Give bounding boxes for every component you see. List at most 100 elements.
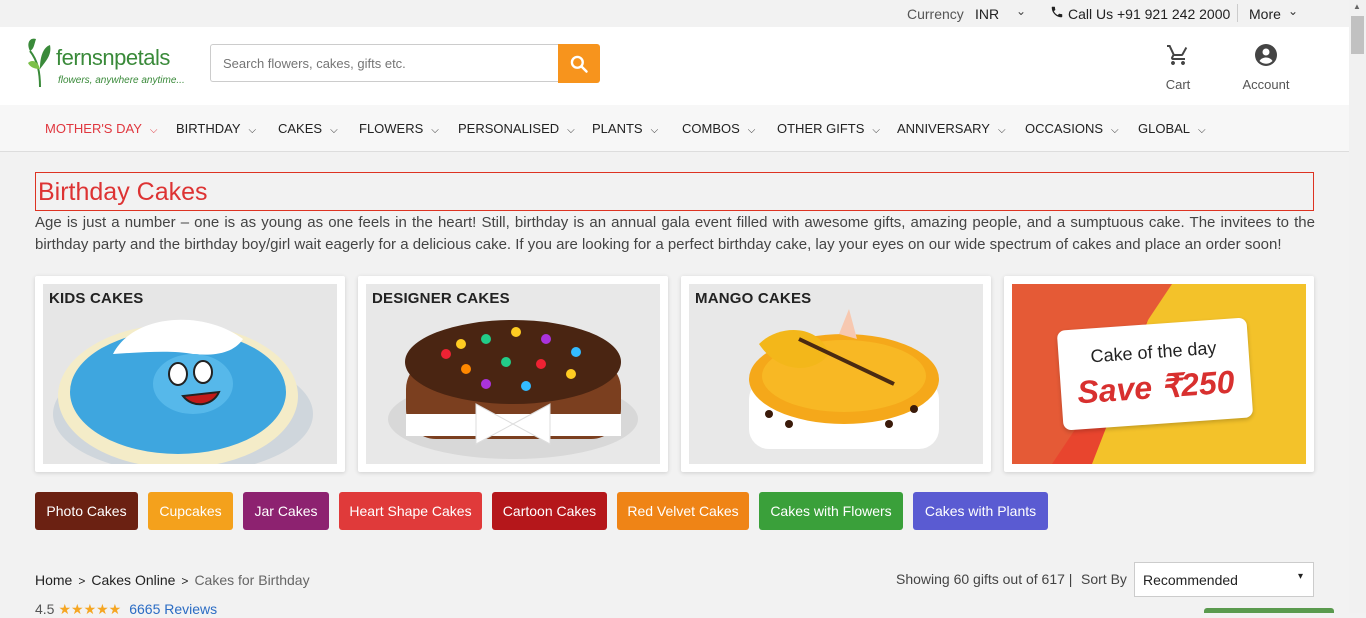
search-icon bbox=[570, 55, 588, 73]
sort-label: Sort By bbox=[1081, 571, 1127, 587]
chevron-down-icon: ⌵ bbox=[872, 125, 880, 136]
nav-other-gifts[interactable]: OTHER GIFTS ⌵ bbox=[777, 121, 880, 136]
logo[interactable]: fernsnpetals flowers, anywhere anytime..… bbox=[24, 31, 194, 89]
nav-cakes[interactable]: CAKES ⌵ bbox=[278, 121, 338, 136]
chevron-down-icon[interactable]: ⌄ bbox=[1016, 4, 1026, 18]
phone-icon bbox=[1050, 5, 1064, 22]
chevron-down-icon[interactable]: ⌄ bbox=[1288, 4, 1298, 18]
chip-heart-shape-cakes[interactable]: Heart Shape Cakes bbox=[339, 492, 482, 530]
scroll-up-icon[interactable]: ▲ bbox=[1353, 2, 1361, 11]
cake-of-the-day-banner[interactable]: Cake of the day Save ₹250 bbox=[1004, 276, 1314, 472]
chevron-down-icon: ⌵ bbox=[431, 125, 439, 136]
nav-global[interactable]: GLOBAL ⌵ bbox=[1138, 121, 1206, 136]
nav-label: PLANTS bbox=[592, 121, 643, 136]
nav-anniversary[interactable]: ANNIVERSARY ⌵ bbox=[897, 121, 1006, 136]
brand-name: fernsnpetals bbox=[56, 45, 170, 70]
page-title: Birthday Cakes bbox=[38, 178, 208, 206]
breadcrumb-cakes-online[interactable]: Cakes Online bbox=[91, 572, 175, 588]
promo-line2: Save ₹250 bbox=[1076, 363, 1236, 411]
chevron-down-icon: ⌵ bbox=[1198, 125, 1206, 136]
designer-cake-image bbox=[366, 284, 660, 464]
currency-select[interactable]: INR bbox=[975, 6, 999, 22]
chevron-down-icon: ⌵ bbox=[650, 125, 659, 136]
chevron-down-icon: ⌵ bbox=[567, 125, 575, 136]
category-card-mango[interactable]: MANGO CAKES bbox=[681, 276, 991, 472]
cart-button[interactable]: Cart bbox=[1158, 43, 1198, 92]
page-title-box: Birthday Cakes bbox=[35, 172, 1314, 211]
chip-cakes-with-flowers[interactable]: Cakes with Flowers bbox=[759, 492, 903, 530]
nav-label: MOTHER'S DAY bbox=[45, 121, 142, 136]
cart-icon bbox=[1167, 45, 1188, 65]
search-button[interactable] bbox=[558, 44, 600, 83]
account-button[interactable]: Account bbox=[1236, 43, 1296, 92]
nav-combos[interactable]: COMBOS ⌵ bbox=[682, 121, 755, 136]
nav-label: GLOBAL bbox=[1138, 121, 1191, 136]
chevron-down-icon: ⌵ bbox=[149, 125, 158, 136]
breadcrumb-home[interactable]: Home bbox=[35, 572, 72, 588]
breadcrumb-current: Cakes for Birthday bbox=[194, 572, 310, 588]
breadcrumb: Home > Cakes Online > Cakes for Birthday bbox=[35, 572, 310, 588]
chevron-right-icon: > bbox=[78, 574, 86, 588]
nav-occasions[interactable]: OCCASIONS ⌵ bbox=[1025, 121, 1119, 136]
feedback-tab[interactable] bbox=[1204, 608, 1334, 613]
card-label: MANGO CAKES bbox=[695, 290, 812, 307]
account-icon bbox=[1255, 44, 1277, 66]
promo-image: Cake of the day Save ₹250 bbox=[1012, 284, 1306, 464]
kids-cake-image bbox=[43, 284, 337, 464]
chip-jar-cakes[interactable]: Jar Cakes bbox=[243, 492, 329, 530]
chevron-down-icon: ⌵ bbox=[997, 125, 1006, 136]
chip-photo-cakes[interactable]: Photo Cakes bbox=[35, 492, 138, 530]
nav-mothers-day[interactable]: MOTHER'S DAY ⌵ bbox=[45, 121, 157, 136]
call-us-link[interactable]: Call Us +91 921 242 2000 bbox=[1068, 6, 1230, 22]
category-card-designer[interactable]: DESIGNER CAKES bbox=[358, 276, 668, 472]
currency-label: Currency bbox=[907, 6, 964, 22]
chip-cupcakes[interactable]: Cupcakes bbox=[148, 492, 233, 530]
nav-label: BIRTHDAY bbox=[176, 121, 241, 136]
rating-summary: 4.5 ★★★★★ 6665 Reviews bbox=[35, 601, 217, 618]
header: fernsnpetals flowers, anywhere anytime..… bbox=[0, 27, 1349, 105]
reviews-link[interactable]: 6665 Reviews bbox=[129, 601, 217, 617]
brand-tagline: flowers, anywhere anytime... bbox=[58, 75, 185, 86]
main-nav: MOTHER'S DAY ⌵ BIRTHDAY ⌵ CAKES ⌵ FLOWERS ⌵ … bbox=[0, 105, 1349, 152]
chip-cartoon-cakes[interactable]: Cartoon Cakes bbox=[492, 492, 607, 530]
star-rating-icon: ★★★★★ bbox=[58, 601, 122, 617]
search-input[interactable] bbox=[210, 44, 558, 82]
nav-label: CAKES bbox=[278, 121, 323, 136]
account-label: Account bbox=[1242, 77, 1290, 92]
results-count: Showing 60 gifts out of 617 | bbox=[896, 571, 1073, 587]
nav-flowers[interactable]: FLOWERS ⌵ bbox=[359, 121, 439, 136]
sort-select[interactable]: Recommended ▾ bbox=[1134, 562, 1314, 597]
chip-red-velvet-cakes[interactable]: Red Velvet Cakes bbox=[617, 492, 749, 530]
page-description: Age is just a number – one is as young a… bbox=[35, 214, 1315, 253]
more-menu[interactable]: More bbox=[1249, 6, 1281, 22]
top-bar: Currency INR ⌄ Call Us +91 921 242 2000 … bbox=[0, 0, 1349, 27]
divider bbox=[1237, 4, 1238, 22]
card-label: DESIGNER CAKES bbox=[372, 290, 510, 307]
leaf-logo-icon bbox=[28, 38, 51, 88]
nav-label: FLOWERS bbox=[359, 121, 424, 136]
chevron-down-icon: ⌵ bbox=[747, 125, 756, 136]
nav-label: OCCASIONS bbox=[1025, 121, 1104, 136]
nav-label: COMBOS bbox=[682, 121, 740, 136]
chevron-down-icon: ⌵ bbox=[330, 125, 338, 136]
category-card-kids[interactable]: KIDS CAKES bbox=[35, 276, 345, 472]
card-label: KIDS CAKES bbox=[49, 290, 144, 307]
chip-cakes-with-plants[interactable]: Cakes with Plants bbox=[913, 492, 1048, 530]
promo-card: Cake of the day Save ₹250 bbox=[1056, 317, 1254, 431]
sort-value: Recommended bbox=[1143, 572, 1238, 588]
mango-cake-image bbox=[689, 284, 983, 464]
nav-label: OTHER GIFTS bbox=[777, 121, 865, 136]
nav-label: PERSONALISED bbox=[458, 121, 560, 136]
chevron-down-icon: ⌵ bbox=[1111, 125, 1119, 136]
chevron-down-icon: ⌵ bbox=[248, 125, 257, 136]
chevron-right-icon: > bbox=[181, 574, 189, 588]
nav-plants[interactable]: PLANTS ⌵ bbox=[592, 121, 658, 136]
cart-label: Cart bbox=[1165, 77, 1191, 92]
scrollbar-thumb[interactable] bbox=[1351, 16, 1364, 54]
caret-down-icon: ▾ bbox=[1297, 571, 1303, 582]
nav-personalised[interactable]: PERSONALISED ⌵ bbox=[458, 121, 575, 136]
nav-label: ANNIVERSARY bbox=[897, 121, 990, 136]
scrollbar[interactable]: ▲ bbox=[1349, 0, 1366, 613]
rating-score: 4.5 bbox=[35, 601, 55, 617]
nav-birthday[interactable]: BIRTHDAY ⌵ bbox=[176, 121, 256, 136]
